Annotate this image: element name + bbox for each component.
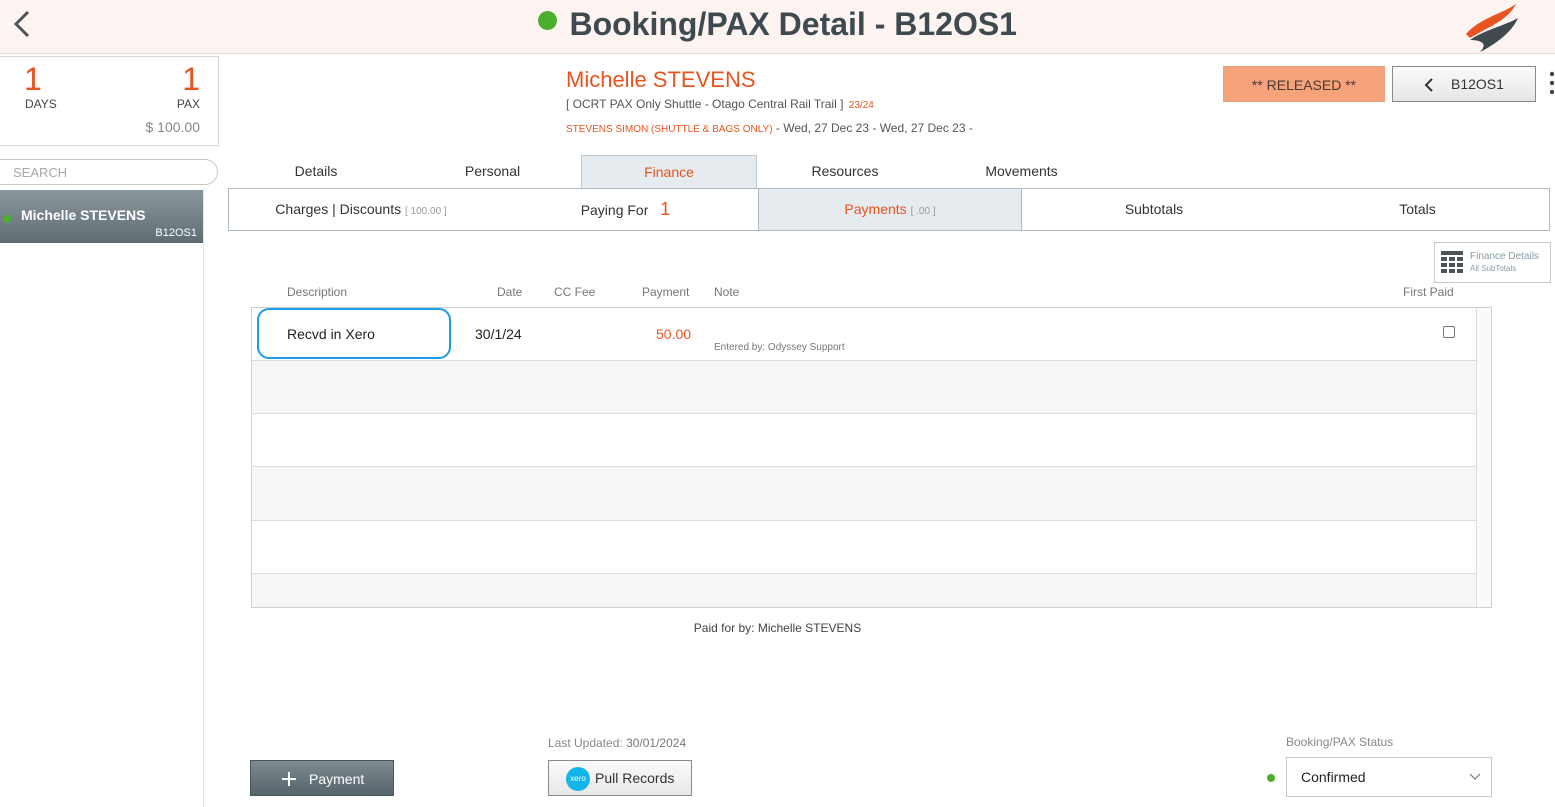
booking-nav-code: B12OS1: [1451, 76, 1504, 92]
trip-name: [ OCRT PAX Only Shuttle - Otago Central …: [566, 97, 844, 111]
released-status-badge[interactable]: ** RELEASED **: [1223, 66, 1385, 102]
tab-resources[interactable]: Resources: [757, 155, 933, 188]
status-dot: [538, 11, 558, 30]
more-vertical-icon[interactable]: [1549, 70, 1555, 96]
row-payment: 50.00: [656, 326, 692, 342]
pax-item-name: Michelle STEVENS: [21, 207, 146, 223]
page-title: Booking/PAX Detail - B12OS1: [569, 6, 1017, 42]
table-scrollbar[interactable]: [1476, 308, 1491, 607]
brand-logo-icon: [1466, 4, 1518, 52]
subtab-subtotals[interactable]: Subtotals: [1022, 189, 1286, 230]
subtab-paying-for[interactable]: Paying For 1: [493, 189, 758, 230]
col-description: Description: [287, 285, 348, 299]
pax-count: 1: [182, 61, 200, 97]
status-select[interactable]: Confirmed: [1286, 757, 1492, 797]
booker-name: STEVENS SIMON (SHUTTLE & BAGS ONLY): [566, 124, 773, 135]
status-indicator-dot: [1267, 774, 1275, 782]
col-payment: Payment: [642, 285, 690, 299]
payments-amount: [ .00 ]: [910, 206, 936, 217]
status-value: Confirmed: [1301, 769, 1366, 785]
col-note: Note: [714, 285, 740, 299]
table-row-empty: [252, 467, 1476, 521]
tab-finance[interactable]: Finance: [581, 155, 757, 188]
last-updated-label: Last Updated:: [548, 736, 623, 750]
search-input[interactable]: [0, 159, 218, 185]
row-description: Recvd in Xero: [287, 326, 375, 342]
row-date: 30/1/24: [475, 326, 522, 342]
pax-item-code: B12OS1: [155, 227, 197, 239]
table-row-empty: [252, 414, 1476, 467]
col-date: Date: [497, 285, 523, 299]
add-payment-button[interactable]: Payment: [250, 760, 394, 796]
paying-for-count: 1: [660, 199, 671, 219]
finance-details-button[interactable]: Finance Details All SubTotals: [1434, 242, 1551, 283]
subtab-totals[interactable]: Totals: [1286, 189, 1549, 230]
charges-amount: [ 100.00 ]: [405, 206, 447, 217]
sidebar-item-pax[interactable]: Michelle STEVENS B12OS1: [0, 190, 203, 243]
chevron-left-icon: [1424, 78, 1433, 92]
booking-dates: - Wed, 27 Dec 23 - Wed, 27 Dec 23 -: [775, 121, 973, 135]
trip-line: [ OCRT PAX Only Shuttle - Otago Central …: [566, 97, 874, 111]
season: 23/24: [848, 100, 874, 111]
table-row-empty: [252, 521, 1476, 574]
row-note: Entered by: Odyssey Support: [714, 342, 845, 353]
col-first-paid: First Paid: [1403, 285, 1454, 299]
subtab-payments[interactable]: Payments [ .00 ]: [758, 189, 1022, 230]
finance-details-title: Finance Details: [1470, 251, 1539, 262]
booking-nav-button[interactable]: B12OS1: [1392, 66, 1536, 102]
active-dot: [3, 215, 11, 223]
pull-records-label: Pull Records: [595, 770, 675, 786]
subtab-payments-label: Payments: [844, 201, 907, 217]
payments-table: Recvd in Xero 30/1/24 50.00 Entered by: …: [251, 307, 1492, 608]
finance-details-subtitle: All SubTotals: [1470, 264, 1517, 273]
tab-personal[interactable]: Personal: [404, 155, 581, 188]
subtab-charges[interactable]: Charges | Discounts [ 100.00 ]: [229, 189, 493, 230]
guest-name: Michelle STEVENS: [566, 67, 756, 92]
last-updated: Last Updated: 30/01/2024: [548, 736, 686, 750]
table-row[interactable]: Recvd in Xero 30/1/24 50.00 Entered by: …: [252, 308, 1476, 361]
days-count: 1: [24, 61, 42, 97]
first-paid-checkbox[interactable]: [1443, 326, 1455, 338]
chevron-down-icon: [1469, 773, 1481, 780]
status-label: Booking/PAX Status: [1286, 735, 1394, 749]
last-updated-value: 30/01/2024: [626, 736, 687, 750]
xero-icon: xero: [566, 767, 590, 791]
paid-for-by: Paid for by: Michelle STEVENS: [693, 621, 862, 635]
days-label: DAYS: [25, 97, 57, 111]
pax-sidebar: Michelle STEVENS B12OS1: [0, 188, 204, 807]
pull-records-button[interactable]: xero Pull Records: [548, 760, 692, 796]
tab-movements[interactable]: Movements: [933, 155, 1110, 188]
add-payment-label: Payment: [309, 771, 365, 787]
booking-stats: 1 DAYS 1 PAX $ 100.00: [0, 56, 219, 146]
date-line: STEVENS SIMON (SHUTTLE & BAGS ONLY) - We…: [566, 121, 973, 135]
tab-details[interactable]: Details: [228, 155, 404, 188]
finance-subtabs: Charges | Discounts [ 100.00 ] Paying Fo…: [228, 188, 1550, 231]
booking-amount: $ 100.00: [145, 119, 201, 135]
table-row-empty: [252, 574, 1476, 607]
table-grid-icon: [1441, 251, 1463, 273]
subtab-paying-for-label: Paying For: [580, 202, 649, 218]
top-header: Booking/PAX Detail - B12OS1: [0, 0, 1555, 54]
col-cc-fee: CC Fee: [554, 285, 596, 299]
table-row-empty: [252, 361, 1476, 414]
pax-label: PAX: [176, 97, 200, 111]
plus-icon: [282, 772, 296, 786]
subtab-charges-label: Charges | Discounts: [275, 201, 402, 217]
